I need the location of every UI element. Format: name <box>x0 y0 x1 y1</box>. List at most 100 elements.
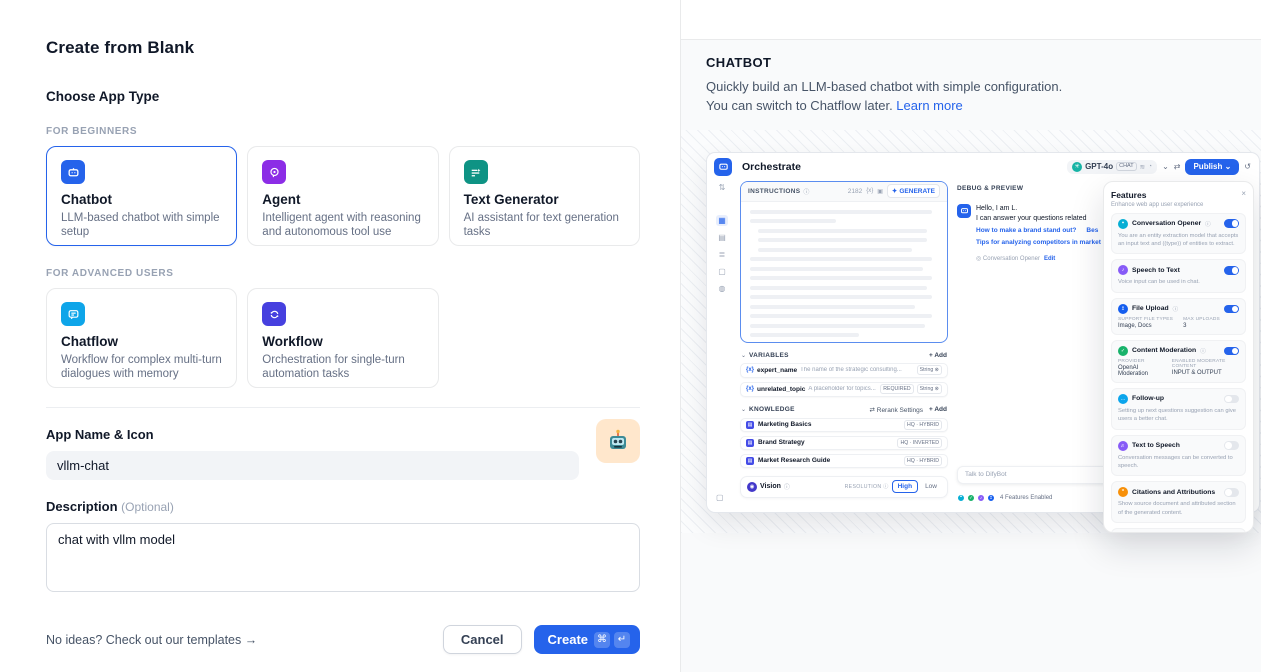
app-name-input[interactable] <box>46 451 579 480</box>
create-button[interactable]: Create ⌘ ↵ <box>534 625 640 654</box>
card-title: Agent <box>262 192 423 207</box>
app-type-card-agent[interactable]: Agent Intelligent agent with reasoning a… <box>247 146 438 246</box>
meta-value: INPUT & OUTPUT <box>1172 370 1239 376</box>
variable-type-chip: String ⊗ <box>917 384 942 394</box>
bot-greeting-line2: I can answer your questions related <box>976 214 1101 225</box>
copy-icon: ▣ <box>877 188 883 195</box>
create-app-dialog: Create from Blank Choose App Type FOR BE… <box>0 0 1261 672</box>
meta-label: PROVIDER <box>1118 359 1162 364</box>
feature-name: Speech to Text <box>1132 267 1180 274</box>
sparkle-icon: ✦ <box>892 187 897 195</box>
feature-card-file-upload: ↥ File Upload ⓘ SUPPORT FILE TYPES Image… <box>1111 298 1246 335</box>
features-enabled-label: 4 Features Enabled <box>1000 495 1052 501</box>
description-textarea[interactable]: chat with vllm model <box>46 523 640 592</box>
feature-desc: You are an entity extraction model that … <box>1118 232 1239 249</box>
app-type-card-workflow[interactable]: Workflow Orchestration for single-turn a… <box>247 288 438 388</box>
features-enabled-row: ❝ ✓ ♪ ↥ 4 Features Enabled <box>957 494 1052 502</box>
app-type-card-chatflow[interactable]: Chatflow Workflow for complex multi-turn… <box>46 288 237 388</box>
knowledge-mode-chip: HQ · INVERTED <box>897 438 942 448</box>
variable-braces-icon: {x} <box>866 188 873 194</box>
meta-label: ENABLED MODERATE CONTENT <box>1172 359 1239 369</box>
citations-icon: ❞ <box>1118 487 1128 497</box>
knowledge-title: KNOWLEDGE <box>749 406 795 413</box>
beginner-cards-row: Chatbot LLM-based chatbot with simple se… <box>46 146 640 246</box>
features-panel: Features × Enhance web app user experien… <box>1103 181 1254 533</box>
preview-pane-description: Quickly build an LLM-based chatbot with … <box>706 78 1086 116</box>
model-provider-icon: ✳ <box>1072 162 1082 172</box>
cancel-button[interactable]: Cancel <box>443 625 522 654</box>
conversation-opener-row: ◎ Conversation OpenerEdit <box>976 255 1101 262</box>
features-title: Features <box>1111 190 1146 200</box>
knowledge-row: ▤ Brand Strategy HQ · INVERTED <box>740 436 948 450</box>
feature-desc: Show source document and attributed sect… <box>1118 500 1239 517</box>
instructions-skeleton <box>741 202 947 343</box>
card-desc: Workflow for complex multi-turn dialogue… <box>61 353 222 381</box>
opener-label: Conversation Opener <box>983 256 1040 262</box>
settings-icon: ◔ <box>1148 163 1152 170</box>
suggested-question: Tips for analyzing competitors in market <box>976 239 1101 246</box>
resolution-low-option: Low <box>921 481 941 492</box>
feature-name: Text to Speech <box>1132 442 1180 449</box>
instructions-panel: INSTRUCTIONS ⓘ 2182 {x} ▣ ✦GENERATE <box>740 181 948 343</box>
app-type-card-chatbot[interactable]: Chatbot LLM-based chatbot with simple se… <box>46 146 237 246</box>
info-icon: ⓘ <box>803 187 809 196</box>
app-type-card-text-generator[interactable]: Text Generator AI assistant for text gen… <box>449 146 640 246</box>
info-icon: ⓘ <box>1205 220 1211 228</box>
info-icon: ⓘ <box>1173 305 1179 313</box>
vision-row: ◉ Vision ⓘ RESOLUTION ⓘ High Low <box>740 476 948 498</box>
feature-desc: Voice input can be used in chat. <box>1118 278 1239 286</box>
feature-desc: Setting up next questions suggestion can… <box>1118 407 1239 424</box>
variable-row: {x} unrelated_topic A placeholder for to… <box>740 382 948 397</box>
feature-card-content-moderation: ✓ Content Moderation ⓘ PROVIDER OpenAI M… <box>1111 340 1246 383</box>
templates-link[interactable]: No ideas? Check out our templates → <box>46 633 257 647</box>
chatbot-icon <box>61 160 85 184</box>
follow-up-icon: … <box>1118 394 1128 404</box>
feature-card-annotation-reply: ✎ Annotation Reply <box>1111 528 1246 532</box>
feature-toggle <box>1224 305 1239 314</box>
preview-app-header: Orchestrate ✳ GPT-4o CHAT ≋ ◔ ⌄ ⇄ Publis… <box>707 153 1259 181</box>
meta-label: SUPPORT FILE TYPES <box>1118 317 1173 322</box>
page-title: Create from Blank <box>46 38 640 58</box>
model-name: GPT-4o <box>1085 162 1113 171</box>
feature-name: Follow-up <box>1132 395 1164 402</box>
feature-desc: Conversation messages can be converted t… <box>1118 454 1239 471</box>
feature-card-follow-up: … Follow-up Setting up next questions su… <box>1111 388 1246 430</box>
preview-app-icon <box>714 158 732 176</box>
add-variable-button: + Add <box>929 352 947 359</box>
orchestrate-column: INSTRUCTIONS ⓘ 2182 {x} ▣ ✦GENERATE <box>740 181 948 498</box>
chevron-down-icon: ⌄ <box>741 352 746 359</box>
choose-app-type-heading: Choose App Type <box>46 89 640 104</box>
variables-header: ⌄ VARIABLES + Add <box>741 352 947 359</box>
speech-mini-icon: ♪ <box>977 494 985 502</box>
model-chat-tag: CHAT <box>1116 162 1137 171</box>
variable-row: {x} expert_name The name of the strategi… <box>740 363 948 378</box>
conversation-opener-icon: ❝ <box>1118 219 1128 229</box>
knowledge-name: Marketing Basics <box>758 421 900 428</box>
card-desc: AI assistant for text generation tasks <box>464 211 625 239</box>
description-optional-text: (Optional) <box>121 500 174 514</box>
collapse-icon: ▢ <box>716 493 724 502</box>
upload-mini-icon: ↥ <box>987 494 995 502</box>
resolution-label: RESOLUTION ⓘ <box>845 483 889 490</box>
preview-stage: Orchestrate ✳ GPT-4o CHAT ≋ ◔ ⌄ ⇄ Publis… <box>681 130 1261 533</box>
feature-toggle <box>1224 441 1239 450</box>
description-label-text: Description <box>46 499 118 514</box>
feature-toggle <box>1224 488 1239 497</box>
chat-input-placeholder: Talk to DifyBot <box>965 471 1007 478</box>
app-icon-picker[interactable] <box>596 419 640 463</box>
chevron-down-icon: ⌄ <box>1162 162 1169 171</box>
feature-name: Citations and Attributions <box>1132 489 1215 496</box>
knowledge-name: Market Research Guide <box>758 457 900 464</box>
suggested-question: How to make a brand stand out? <box>976 227 1076 234</box>
learn-more-link[interactable]: Learn more <box>896 98 962 113</box>
dataset-icon: ▤ <box>746 421 754 429</box>
knowledge-row: ▤ Market Research Guide HQ · HYBRID <box>740 454 948 468</box>
suggested-question: Bes <box>1086 227 1098 234</box>
card-title: Workflow <box>262 334 423 349</box>
history-icon: ↺ <box>1244 162 1251 171</box>
feature-toggle <box>1224 347 1239 356</box>
variable-desc: A placeholder for topics... <box>808 386 877 392</box>
preview-app-title: Orchestrate <box>742 161 801 173</box>
speech-to-text-icon: ♪ <box>1118 265 1128 275</box>
tune-icon: ⇄ <box>1174 162 1181 171</box>
